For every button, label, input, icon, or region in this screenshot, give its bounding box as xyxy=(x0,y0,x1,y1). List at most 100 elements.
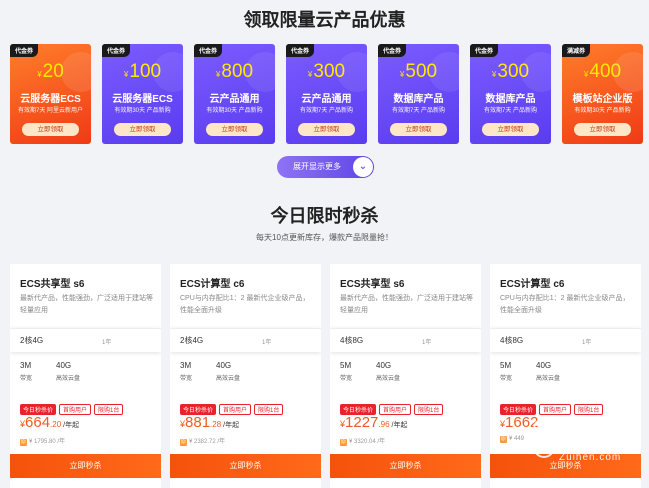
coupon-tag: 满减券 xyxy=(562,44,591,57)
buy-now-button[interactable]: 立即秒杀 xyxy=(330,454,481,478)
coupon-tag: 代金券 xyxy=(10,44,39,57)
product-card: ECS计算型 c6 CPU与内存配比1：2 最新代企业级产品，性能全面升级 2核… xyxy=(170,264,321,488)
coupon-tag: 代金券 xyxy=(470,44,499,57)
coupon-tag: 代金券 xyxy=(194,44,223,57)
coupon-desc: 有效期30天 产品新购 xyxy=(114,108,171,114)
chevron-down-icon: ⌄ xyxy=(353,157,373,177)
coupon-desc: 有效期30天 产品新购 xyxy=(206,108,263,114)
term-label: 1年 xyxy=(262,340,272,346)
limit-badge: 限购1台 xyxy=(254,404,284,415)
footprint-icon xyxy=(533,418,555,458)
cpu-mem-spec: 4核8G xyxy=(340,336,364,345)
coupon-card: 代金券 ¥300 数据库产品 有效期7天 产品新购 立即领取 xyxy=(470,44,551,144)
product-desc: 最新代产品，性能强劲，广泛适用于建站等轻量应用 xyxy=(20,295,153,314)
coupon-amount: ¥100 xyxy=(123,61,162,82)
product-desc: 最新代产品，性能强劲，广泛适用于建站等轻量应用 xyxy=(340,295,473,314)
expand-label: 展开显示更多 xyxy=(293,162,341,171)
coupon-desc: 有效期7天 产品新购 xyxy=(391,108,445,114)
coupon-amount: ¥300 xyxy=(307,61,346,82)
flash-sale-subtitle: 每天10点更新库存，爆款产品限量抢！ xyxy=(256,233,393,242)
coupon-name: 云产品通用 xyxy=(209,94,260,105)
cpu-mem-spec: 2核4G xyxy=(180,336,204,345)
cpu-mem-spec: 2核4G xyxy=(20,336,44,345)
watermark-text: 足痕 xyxy=(561,422,618,452)
original-price: 原 ¥ 2382.72 /年 xyxy=(180,439,226,446)
coupon-amount: ¥400 xyxy=(583,61,622,82)
claim-button[interactable]: 立即领取 xyxy=(206,123,263,136)
coupon-card: 代金券 ¥300 云产品通用 有效期7天 产品新购 立即领取 xyxy=(286,44,367,144)
product-name: ECS共享型 s6 xyxy=(340,279,405,290)
product-card: ECS共享型 s6 最新代产品，性能强劲，广泛适用于建站等轻量应用 2核4G 1… xyxy=(10,264,161,488)
disk-spec: 40G 高效云盘 xyxy=(216,361,241,382)
spec-selector[interactable]: 4核8G 1年 xyxy=(330,328,481,352)
product-card: ECS共享型 s6 最新代产品，性能强劲，广泛适用于建站等轻量应用 4核8G 1… xyxy=(330,264,481,488)
claim-button[interactable]: 立即领取 xyxy=(482,123,539,136)
watermark-domain: Zuihen.com xyxy=(559,452,622,463)
disk-spec: 40G 高效云盘 xyxy=(536,361,561,382)
product-desc: CPU与内存配比1：2 最新代企业级产品，性能全面升级 xyxy=(180,295,310,314)
spec-selector[interactable]: 4核8G 1年 xyxy=(490,328,641,352)
cpu-mem-spec: 4核8G xyxy=(500,336,524,345)
coupon-card: 满减券 ¥400 模板站企业版 有效期30天 产品新购 立即领取 xyxy=(562,44,643,144)
product-desc: CPU与内存配比1：2 最新代企业级产品，性能全面升级 xyxy=(500,295,630,314)
limit-badge: 限购1台 xyxy=(414,404,444,415)
coupon-amount: ¥20 xyxy=(37,61,64,82)
coupon-card: 代金券 ¥500 数据库产品 有效期7天 产品新购 立即领取 xyxy=(378,44,459,144)
claim-button[interactable]: 立即领取 xyxy=(114,123,171,136)
coupon-name: 云产品通用 xyxy=(301,94,352,105)
orig-price-icon: 原 xyxy=(20,439,27,446)
first-buy-badge: 首购用户 xyxy=(539,404,572,415)
term-label: 1年 xyxy=(582,340,592,346)
coupon-desc: 有效期7天 阿里云新用户 xyxy=(17,108,83,114)
price: ¥664.20/年起 xyxy=(20,414,80,431)
disk-spec: 40G 高效云盘 xyxy=(56,361,81,382)
original-price: 原 ¥ 449 xyxy=(500,436,525,443)
term-label: 1年 xyxy=(422,340,432,346)
coupon-name: 云服务器ECS xyxy=(112,94,173,105)
coupon-amount: ¥800 xyxy=(215,61,254,82)
coupon-desc: 有效期30天 产品新购 xyxy=(574,108,631,114)
buy-now-button[interactable]: 立即秒杀 xyxy=(10,454,161,478)
orig-price-icon: 原 xyxy=(180,439,187,446)
disk-spec: 40G 高效云盘 xyxy=(376,361,401,382)
product-name: ECS计算型 c6 xyxy=(180,279,245,290)
orig-price-icon: 原 xyxy=(500,436,507,443)
flash-sale-title: 今日限时秒杀 xyxy=(270,206,379,226)
price: ¥881.28/年起 xyxy=(180,414,240,431)
watermark-logo: 足痕 Zuihen.com xyxy=(533,416,643,476)
spec-selector[interactable]: 2核4G 1年 xyxy=(10,328,161,352)
coupon-desc: 有效期7天 产品新购 xyxy=(299,108,353,114)
price: ¥1227.96/年起 xyxy=(340,414,408,431)
buy-now-button[interactable]: 立即秒杀 xyxy=(170,454,321,478)
coupon-desc: 有效期7天 产品新购 xyxy=(483,108,537,114)
limit-badge: 限购1台 xyxy=(94,404,124,415)
limit-badge: 限购1台 xyxy=(574,404,604,415)
coupon-list: 代金券 ¥20 云服务器ECS 有效期7天 阿里云新用户 立即领取 代金券 ¥1… xyxy=(10,44,643,144)
coupon-amount: ¥500 xyxy=(399,61,438,82)
product-name: ECS共享型 s6 xyxy=(20,279,85,290)
coupon-card: 代金券 ¥800 云产品通用 有效期30天 产品新购 立即领取 xyxy=(194,44,275,144)
bandwidth-spec: 5M 带宽 xyxy=(340,361,353,382)
coupon-section-title: 领取限量云产品优惠 xyxy=(243,10,406,30)
coupon-name: 数据库产品 xyxy=(485,94,536,105)
coupon-name: 数据库产品 xyxy=(393,94,444,105)
claim-button[interactable]: 立即领取 xyxy=(390,123,447,136)
coupon-name: 云服务器ECS xyxy=(20,94,81,105)
coupon-tag: 代金券 xyxy=(378,44,407,57)
orig-price-icon: 原 xyxy=(340,439,347,446)
coupon-tag: 代金券 xyxy=(286,44,315,57)
coupon-card: 代金券 ¥20 云服务器ECS 有效期7天 阿里云新用户 立即领取 xyxy=(10,44,91,144)
term-label: 1年 xyxy=(102,340,112,346)
original-price: 原 ¥ 1795.80 /年 xyxy=(20,439,66,446)
coupon-card: 代金券 ¥100 云服务器ECS 有效期30天 产品新购 立即领取 xyxy=(102,44,183,144)
claim-button[interactable]: 立即领取 xyxy=(574,123,631,136)
coupon-tag: 代金券 xyxy=(102,44,131,57)
coupon-amount: ¥300 xyxy=(491,61,530,82)
original-price: 原 ¥ 3320.04 /年 xyxy=(340,439,386,446)
claim-button[interactable]: 立即领取 xyxy=(22,123,79,136)
expand-more-button[interactable]: 展开显示更多 ⌄ xyxy=(277,156,374,178)
claim-button[interactable]: 立即领取 xyxy=(298,123,355,136)
product-name: ECS计算型 c6 xyxy=(500,279,565,290)
bandwidth-spec: 3M 带宽 xyxy=(20,361,33,382)
spec-selector[interactable]: 2核4G 1年 xyxy=(170,328,321,352)
